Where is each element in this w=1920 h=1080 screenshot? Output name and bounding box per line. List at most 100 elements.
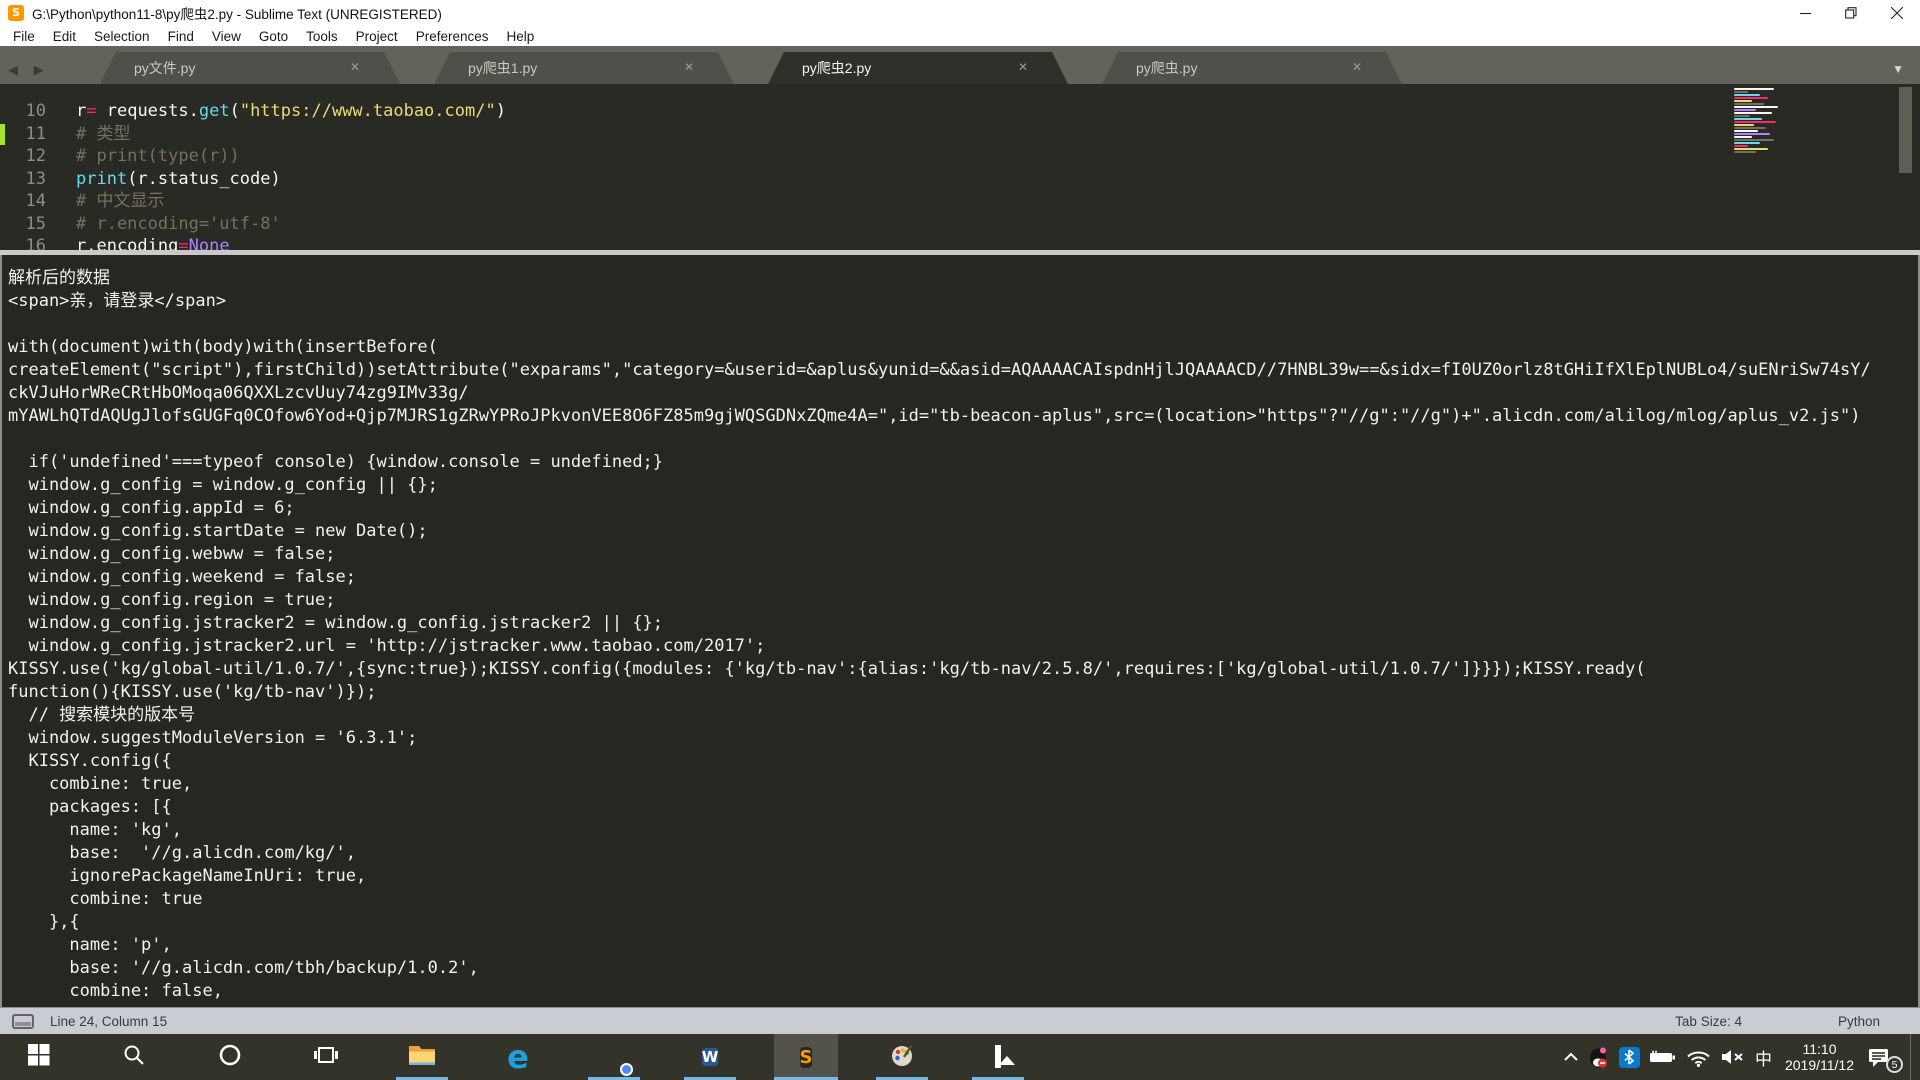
- output-line: with(document)with(body)with(insertBefor…: [8, 336, 1920, 359]
- tab-close-icon[interactable]: ✕: [1018, 60, 1028, 74]
- edge-taskbar-button[interactable]: e: [486, 1034, 550, 1080]
- code-text: # 类型: [46, 123, 130, 146]
- editor-scrollbar[interactable]: [1899, 87, 1912, 173]
- tab-overflow-dropdown-icon[interactable]: ▼: [1892, 62, 1904, 76]
- start-taskbar-button[interactable]: [6, 1034, 70, 1080]
- code-text: # 中文显示: [46, 190, 164, 213]
- menu-item-find[interactable]: Find: [159, 29, 203, 44]
- line-number: 14: [0, 190, 46, 213]
- ime-indicator[interactable]: 中: [1755, 1045, 1772, 1070]
- start-icon: [26, 1042, 51, 1072]
- chrome-taskbar-button[interactable]: [582, 1034, 646, 1080]
- sublime-app-icon: S: [8, 5, 24, 21]
- tray-expand-icon[interactable]: [1563, 1052, 1579, 1062]
- output-line: combine: false,: [8, 980, 1920, 1003]
- tabs: py文件.py✕py爬虫1.py✕py爬虫2.py✕py爬虫.py✕: [100, 52, 1436, 84]
- sublime-text-icon: S: [800, 1045, 813, 1070]
- output-line: ckVJuHorWReCRtHbOMoqa06QXXLzcvUuy74zg9IM…: [8, 382, 1920, 405]
- menu-item-view[interactable]: View: [203, 29, 250, 44]
- output-line: KISSY.config({: [8, 750, 1920, 773]
- restore-button[interactable]: [1828, 0, 1874, 26]
- output-line: 解析后的数据: [8, 267, 1920, 290]
- output-line: name: 'p',: [8, 934, 1920, 957]
- menubar: FileEditSelectionFindViewGotoToolsProjec…: [0, 26, 1920, 46]
- code-line: 13print(r.status_code): [0, 168, 1920, 191]
- gimp-taskbar-button[interactable]: [870, 1034, 934, 1080]
- panel-toggle-icon[interactable]: [12, 1014, 34, 1029]
- minimap[interactable]: [1734, 88, 1790, 154]
- wifi-icon[interactable]: [1686, 1048, 1711, 1067]
- tab-2[interactable]: py爬虫1.py ✕: [434, 52, 734, 84]
- task-view-taskbar-button[interactable]: [294, 1034, 358, 1080]
- action-center-icon[interactable]: 5: [1867, 1046, 1901, 1068]
- menu-item-selection[interactable]: Selection: [85, 29, 159, 44]
- syntax-indicator[interactable]: Python: [1838, 1014, 1880, 1029]
- token: # r.encoding='utf-8': [76, 214, 281, 234]
- output-line: combine: true: [8, 888, 1920, 911]
- tab-label: py文件.py: [134, 58, 195, 78]
- notification-count-badge: 5: [1886, 1056, 1903, 1073]
- bluetooth-icon[interactable]: [1619, 1047, 1640, 1068]
- photos-taskbar-button[interactable]: [966, 1034, 1030, 1080]
- token: (r.status_code): [127, 169, 281, 189]
- minimap-line: [1734, 133, 1770, 135]
- minimap-line: [1734, 130, 1758, 132]
- battery-icon[interactable]: [1649, 1050, 1677, 1065]
- line-number: 15: [0, 213, 46, 236]
- gimp-icon: [889, 1042, 915, 1073]
- file-explorer-taskbar-button[interactable]: [390, 1034, 454, 1080]
- volume-muted-icon[interactable]: [1720, 1048, 1746, 1066]
- line-number: 10: [0, 100, 46, 123]
- tab-3[interactable]: py爬虫2.py✕: [768, 52, 1068, 84]
- task-view-icon: [313, 1044, 339, 1071]
- menu-item-file[interactable]: File: [4, 29, 44, 44]
- minimap-line: [1734, 112, 1772, 114]
- windows-taskbar: eWS: [0, 1034, 1920, 1080]
- menu-item-edit[interactable]: Edit: [44, 29, 85, 44]
- menu-item-help[interactable]: Help: [498, 29, 544, 44]
- token: get: [199, 101, 230, 121]
- cursor-position: Line 24, Column 15: [50, 1014, 167, 1029]
- minimap-line: [1734, 88, 1774, 90]
- sublime-text-taskbar-button[interactable]: S: [774, 1034, 838, 1080]
- code-editor[interactable]: 10r= requests.get("https://www.taobao.co…: [0, 84, 1920, 250]
- cortana-taskbar-button[interactable]: [198, 1034, 262, 1080]
- tab-1[interactable]: py文件.py ✕: [100, 52, 400, 84]
- code-line: 16r.encoding=None: [0, 235, 1920, 250]
- code-text: print(r.status_code): [46, 168, 281, 191]
- word-taskbar-button[interactable]: W: [678, 1034, 742, 1080]
- output-panel[interactable]: 解析后的数据<span>亲，请登录</span> with(document)wi…: [0, 250, 1920, 1008]
- search-taskbar-button[interactable]: [102, 1034, 166, 1080]
- code-line: 12# print(type(r)): [0, 145, 1920, 168]
- menu-item-tools[interactable]: Tools: [297, 29, 347, 44]
- tab-close-icon[interactable]: ✕: [684, 60, 694, 74]
- minimap-line: [1734, 145, 1748, 147]
- output-line: base: '//g.alicdn.com/kg/',: [8, 842, 1920, 865]
- titlebar: S G:\Python\python11-8\py爬虫2.py - Sublim…: [0, 0, 1920, 26]
- statusbar-right: Tab Size: 4 Python: [1675, 1014, 1908, 1029]
- minimap-line: [1734, 100, 1752, 102]
- output-line: window.g_config.appId = 6;: [8, 497, 1920, 520]
- tab-label: py爬虫1.py: [468, 58, 537, 78]
- menu-item-preferences[interactable]: Preferences: [407, 29, 498, 44]
- token: requests.: [97, 101, 199, 121]
- minimap-line: [1734, 115, 1750, 117]
- minimap-line: [1734, 91, 1748, 93]
- tab-scroll-arrows-icon[interactable]: ◀ ▶: [8, 62, 50, 78]
- output-line: <span>亲，请登录</span>: [8, 290, 1920, 313]
- output-line: KISSY.use('kg/global-util/1.0.7/',{sync:…: [8, 658, 1920, 681]
- token: r.encoding: [76, 236, 178, 250]
- output-line: window.g_config.jstracker2.url = 'http:/…: [8, 635, 1920, 658]
- tab-close-icon[interactable]: ✕: [1352, 60, 1362, 74]
- tab-close-icon[interactable]: ✕: [350, 60, 360, 74]
- tab-4[interactable]: py爬虫.py✕: [1102, 52, 1402, 84]
- menu-item-project[interactable]: Project: [347, 29, 407, 44]
- qq-icon[interactable]: [1588, 1045, 1610, 1069]
- close-icon: [1891, 7, 1903, 19]
- taskbar-clock[interactable]: 11:10 2019/11/12: [1781, 1041, 1858, 1073]
- menu-item-goto[interactable]: Goto: [250, 29, 297, 44]
- minimize-button[interactable]: [1782, 0, 1828, 26]
- tab-size-indicator[interactable]: Tab Size: 4: [1675, 1014, 1742, 1029]
- close-window-button[interactable]: [1874, 0, 1920, 26]
- show-desktop-button[interactable]: [1910, 1034, 1918, 1080]
